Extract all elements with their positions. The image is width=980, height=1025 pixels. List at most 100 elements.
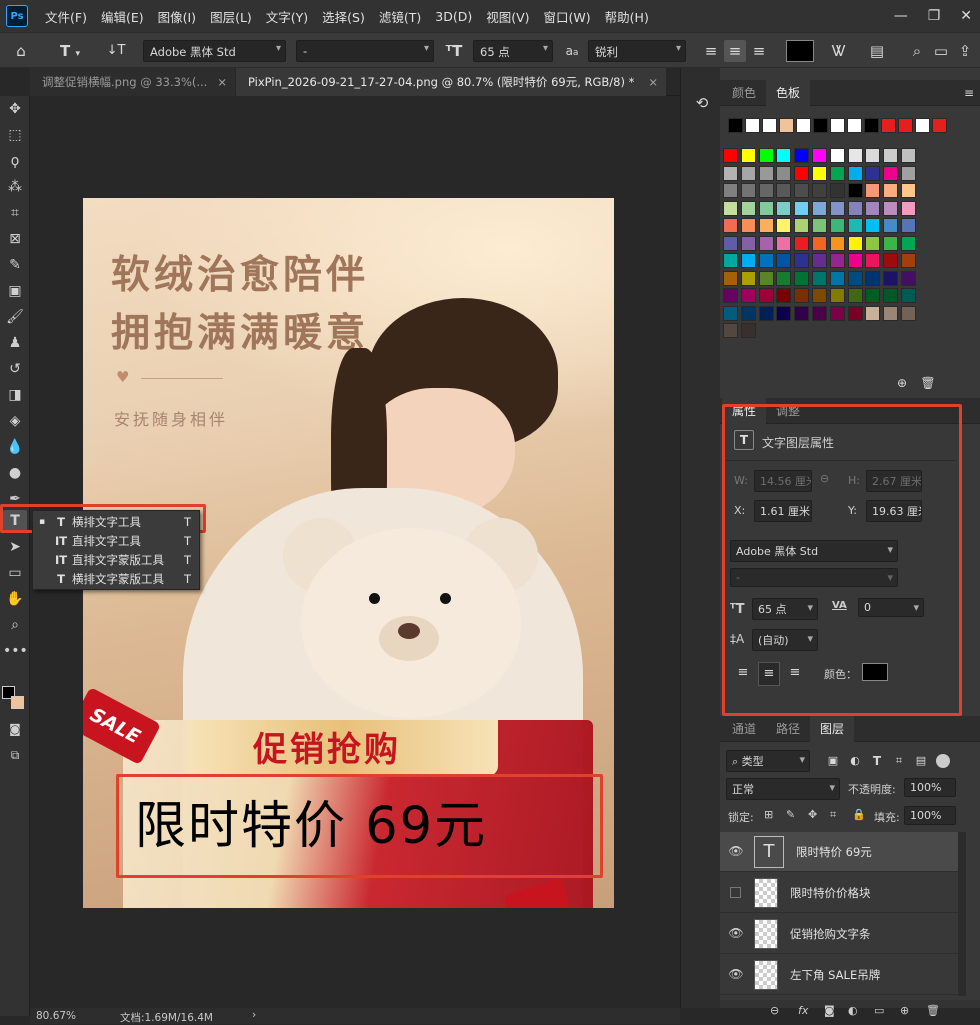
color-swatch[interactable]	[723, 323, 738, 338]
color-swatch[interactable]	[812, 305, 827, 321]
recent-swatch[interactable]	[915, 118, 930, 133]
color-swatch[interactable]	[901, 218, 916, 233]
horizontal-type-mask-tool-item[interactable]: T 横排文字蒙版工具 T	[33, 570, 199, 589]
color-swatch[interactable]	[758, 200, 774, 216]
color-swatch[interactable]	[740, 218, 756, 233]
pen-tool-icon[interactable]: ✒	[3, 488, 27, 510]
properties-color-swatch[interactable]	[862, 663, 888, 681]
color-swatch[interactable]	[812, 235, 827, 251]
magic-wand-tool-icon[interactable]: ⁂	[3, 176, 27, 198]
color-swatch[interactable]	[776, 148, 792, 163]
fill-field[interactable]: 100%	[904, 806, 956, 825]
search-icon[interactable]: ⌕	[906, 40, 928, 62]
color-swatch[interactable]	[883, 288, 899, 303]
color-swatch[interactable]	[865, 288, 881, 303]
workspace-icon[interactable]: ▭	[930, 40, 952, 62]
layer-row-price-text[interactable]: 👁 T 限时特价 69元	[720, 832, 958, 872]
recent-swatch[interactable]	[932, 118, 947, 133]
move-tool-icon[interactable]: ✥	[3, 98, 27, 120]
tool-preset-picker[interactable]: T ▾	[50, 40, 90, 62]
color-swatch[interactable]	[794, 200, 810, 216]
color-swatch[interactable]	[901, 235, 916, 251]
color-swatch[interactable]	[723, 305, 738, 321]
align-right-icon[interactable]: ≡	[748, 40, 770, 62]
color-swatch[interactable]	[740, 288, 756, 303]
screen-mode-icon[interactable]: ⧉	[3, 744, 27, 766]
color-swatch[interactable]	[865, 183, 881, 198]
color-swatch[interactable]	[829, 218, 845, 233]
vertical-type-mask-tool-item[interactable]: IT 直排文字蒙版工具 T	[33, 551, 199, 570]
color-swatch[interactable]	[740, 305, 756, 321]
eyedropper-tool-icon[interactable]: ✎	[3, 254, 27, 276]
properties-font-style-select[interactable]: - ▾	[730, 568, 898, 587]
group-icon[interactable]: ▭	[874, 1004, 884, 1017]
color-swatch[interactable]	[723, 218, 738, 233]
recent-swatch[interactable]	[830, 118, 845, 133]
color-swatch[interactable]	[758, 253, 774, 268]
properties-font-family-select[interactable]: Adobe 黑体 Std ▾	[730, 540, 898, 562]
menu-3d[interactable]: 3D(D)	[428, 9, 479, 24]
width-field[interactable]: 14.56 厘米	[754, 470, 812, 492]
warp-text-icon[interactable]: Ꮤ	[828, 40, 850, 62]
color-swatch[interactable]	[812, 183, 827, 198]
paint-bucket-tool-icon[interactable]: ◈	[3, 410, 27, 432]
tab-color[interactable]: 颜色	[722, 80, 766, 106]
color-swatch[interactable]	[865, 148, 881, 163]
color-swatch[interactable]	[812, 218, 827, 233]
align-left-icon[interactable]: ≡	[700, 40, 722, 62]
tracking-select[interactable]: 0 ▾	[858, 598, 924, 617]
color-swatch[interactable]	[794, 165, 810, 181]
tab-doc-1[interactable]: 调整促销横幅.png @ 33.3%(... ×	[30, 68, 235, 96]
leading-select[interactable]: (自动) ▾	[752, 629, 818, 651]
menu-view[interactable]: 视图(V)	[479, 7, 536, 26]
color-swatch[interactable]	[829, 148, 845, 163]
more-tools-icon[interactable]: •••	[3, 640, 28, 662]
color-swatch[interactable]	[883, 305, 899, 321]
lock-artboard-icon[interactable]: ⌗	[830, 808, 836, 822]
color-swatch[interactable]	[847, 200, 863, 216]
color-swatch[interactable]	[723, 288, 738, 303]
color-swatch[interactable]	[883, 148, 899, 163]
marquee-tool-icon[interactable]: ⬚	[3, 124, 27, 146]
font-family-select[interactable]: Adobe 黑体 Std ▾	[143, 40, 286, 62]
color-swatch[interactable]	[829, 270, 845, 286]
fx-icon[interactable]: fx	[798, 1004, 808, 1017]
vertical-type-tool-item[interactable]: IT 直排文字工具 T	[33, 532, 199, 551]
color-swatch[interactable]	[812, 165, 827, 181]
color-swatch[interactable]	[883, 200, 899, 216]
color-swatch[interactable]	[883, 253, 899, 268]
color-swatch[interactable]	[776, 253, 792, 268]
color-swatch[interactable]	[901, 200, 916, 216]
recent-swatch[interactable]	[728, 118, 743, 133]
adjustment-layer-icon[interactable]: ◐	[848, 1004, 858, 1017]
opacity-field[interactable]: 100%	[904, 778, 956, 797]
color-swatch[interactable]	[901, 183, 916, 198]
color-swatch[interactable]	[812, 288, 827, 303]
tab-properties[interactable]: 属性	[722, 398, 767, 424]
antialias-select[interactable]: 锐利 ▾	[588, 40, 686, 62]
layer-filter-select[interactable]: ⌕ 类型 ▾	[726, 750, 810, 772]
color-swatch[interactable]	[865, 235, 881, 251]
color-swatch[interactable]	[794, 253, 810, 268]
filter-shape-icon[interactable]: ⌗	[890, 750, 908, 772]
panel-menu-icon[interactable]: ≡	[964, 82, 974, 104]
color-swatch[interactable]	[758, 165, 774, 181]
color-swatch[interactable]	[794, 305, 810, 321]
color-swatch[interactable]	[901, 253, 916, 268]
color-swatch[interactable]	[723, 165, 738, 181]
color-swatch[interactable]	[758, 305, 774, 321]
color-swatch[interactable]	[776, 288, 792, 303]
recent-swatch[interactable]	[881, 118, 896, 133]
color-swatch[interactable]	[794, 218, 810, 233]
color-swatch[interactable]	[847, 305, 863, 321]
color-swatch[interactable]	[758, 235, 774, 251]
clone-stamp-tool-icon[interactable]: ♟	[3, 332, 27, 354]
chevron-right-icon[interactable]: ›	[252, 1009, 256, 1021]
color-swatch[interactable]	[758, 148, 774, 163]
menu-help[interactable]: 帮助(H)	[598, 7, 656, 26]
color-swatch[interactable]	[740, 270, 756, 286]
x-field[interactable]: 1.61 厘米	[754, 500, 812, 522]
color-swatch[interactable]	[865, 270, 881, 286]
new-swatch-icon[interactable]: ⊕	[894, 372, 910, 394]
color-swatch[interactable]	[865, 200, 881, 216]
